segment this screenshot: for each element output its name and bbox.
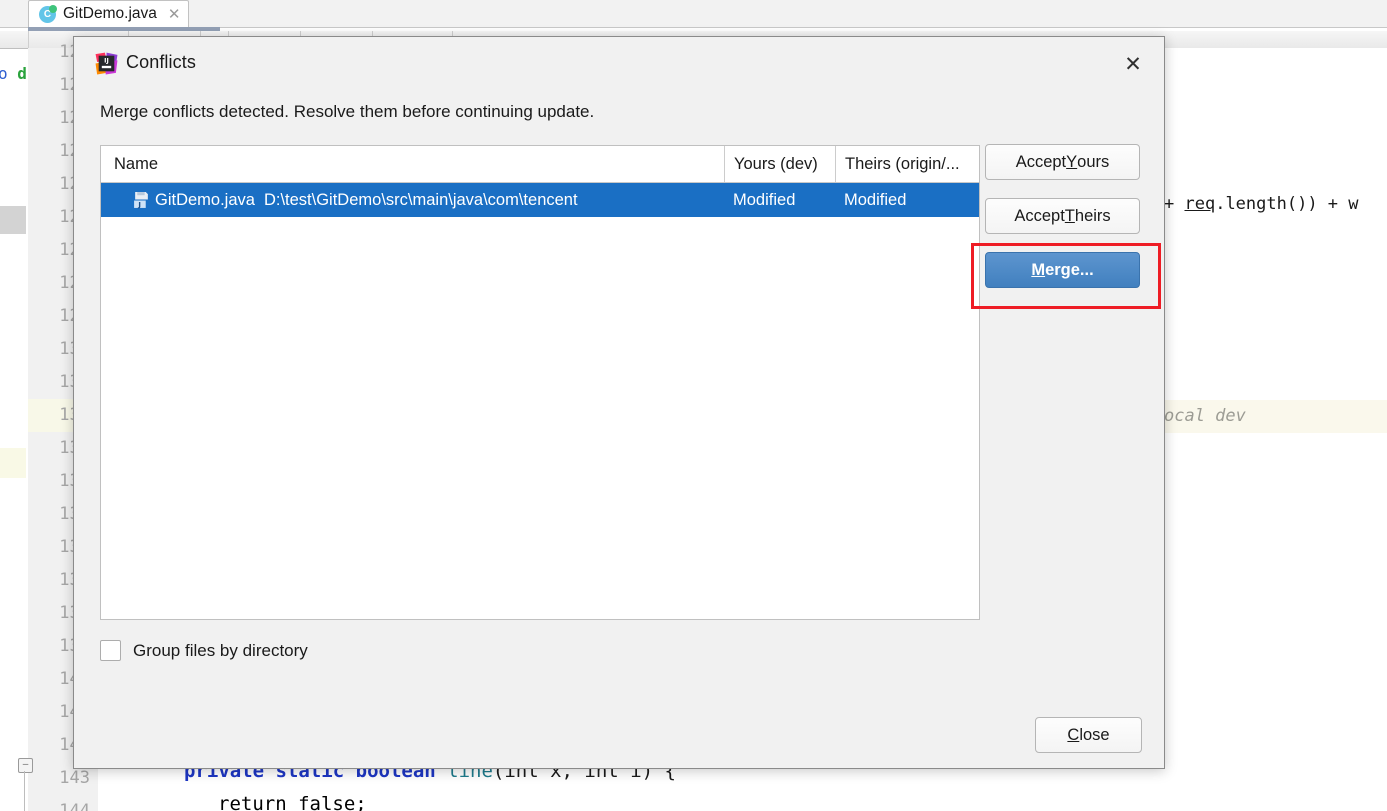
- close-icon[interactable]: ✕: [1118, 49, 1148, 79]
- table-cell-yours: Modified: [724, 183, 835, 217]
- dialog-title: Conflicts: [126, 52, 196, 73]
- column-header-yours[interactable]: Yours (dev): [724, 146, 835, 182]
- table-cell-theirs: Modified: [835, 183, 979, 217]
- left-code-fragment: o d: [0, 64, 27, 83]
- dialog-message: Merge conflicts detected. Resolve them b…: [100, 102, 594, 122]
- accept-theirs-label-suffix: heirs: [1075, 207, 1111, 226]
- merge-button[interactable]: Merge...: [985, 252, 1140, 288]
- accept-theirs-button[interactable]: Accept Theirs: [985, 198, 1140, 234]
- group-files-by-directory-label: Group files by directory: [133, 641, 308, 661]
- code-line-return: return false;: [218, 793, 367, 811]
- accept-yours-label-prefix: Accept: [1016, 153, 1066, 172]
- editor-left-strip: o d: [0, 48, 28, 811]
- close-button[interactable]: Close: [1035, 717, 1142, 753]
- accept-yours-mnemonic: Y: [1066, 153, 1077, 172]
- code-fold-icon[interactable]: –: [18, 758, 33, 773]
- group-files-by-directory-checkbox[interactable]: [100, 640, 121, 661]
- table-header-row: Name Yours (dev) Theirs (origin/...: [101, 146, 979, 183]
- screen: o d C GitDemo.java ✕ 1211221231241251261…: [0, 0, 1387, 811]
- close-label-suffix: lose: [1079, 726, 1109, 745]
- conflicts-table: Name Yours (dev) Theirs (origin/... J Gi…: [100, 145, 980, 620]
- code-fold-stem: [24, 771, 25, 811]
- svg-text:IJ: IJ: [104, 58, 109, 65]
- accept-yours-button[interactable]: Accept Yours: [985, 144, 1140, 180]
- merge-mnemonic: M: [1031, 261, 1045, 280]
- editor-code-right: + req.length()) + w ocal dev: [1160, 48, 1387, 811]
- file-path: D:\test\GitDemo\src\main\java\com\tencen…: [264, 191, 578, 209]
- close-mnemonic: C: [1067, 726, 1079, 745]
- intellij-idea-logo-icon: IJ: [94, 51, 119, 76]
- group-files-by-directory-row[interactable]: Group files by directory: [100, 640, 308, 661]
- conflicts-dialog: IJ Conflicts ✕ Merge conflicts detected.…: [73, 36, 1165, 769]
- java-class-icon: C: [39, 6, 56, 23]
- column-header-name[interactable]: Name: [101, 146, 724, 182]
- editor-highlight-marker: [0, 448, 26, 478]
- gutter-line-number: 144: [28, 795, 90, 811]
- accept-theirs-mnemonic: T: [1065, 207, 1075, 226]
- table-row[interactable]: J GitDemo.javaD:\test\GitDemo\src\main\j…: [101, 183, 979, 217]
- accept-yours-label-suffix: ours: [1077, 153, 1109, 172]
- editor-tab-gitdemo[interactable]: C GitDemo.java ✕: [28, 0, 189, 27]
- editor-inlay-hint: ocal dev: [1164, 406, 1246, 426]
- close-icon[interactable]: ✕: [168, 5, 181, 23]
- editor-tab-label: GitDemo.java: [63, 5, 157, 23]
- accept-theirs-label-prefix: Accept: [1014, 207, 1064, 226]
- merge-label-suffix: erge...: [1045, 261, 1094, 280]
- code-line-right: + req.length()) + w: [1164, 194, 1359, 214]
- table-cell-name: GitDemo.java D:\test\GitDemo\src\main\jav…: [101, 183, 724, 217]
- column-header-theirs[interactable]: Theirs (origin/...: [835, 146, 979, 182]
- editor-change-marker: [0, 206, 26, 234]
- dialog-titlebar: IJ Conflicts ✕: [74, 37, 1164, 89]
- file-name: GitDemo.java: [155, 191, 255, 209]
- editor-tab-bar: C GitDemo.java ✕: [0, 0, 1387, 28]
